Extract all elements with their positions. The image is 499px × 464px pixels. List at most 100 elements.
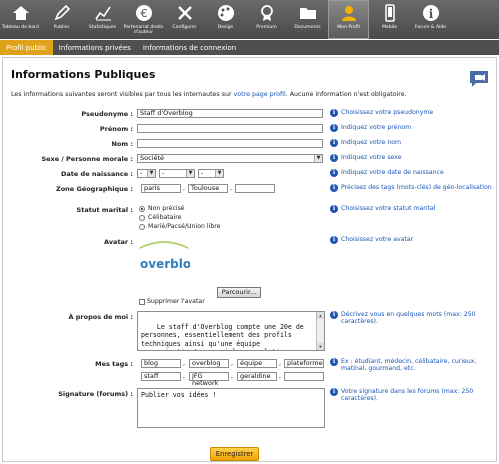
info-icon: i xyxy=(330,154,338,162)
video-help-icon[interactable] xyxy=(468,69,490,89)
avatar-image: overblog xyxy=(138,238,200,286)
hint-text: Indiquez votre sexe xyxy=(341,154,402,161)
birth-day-select[interactable]: - ▼ xyxy=(137,169,156,178)
avatar-label: Avatar : xyxy=(104,238,133,246)
geo-input-3[interactable] xyxy=(235,184,275,193)
toolbar-mobile[interactable]: Mobile xyxy=(369,0,410,39)
toolbar-design[interactable]: Design xyxy=(205,0,246,39)
apropos-text: Le staff d'Overblog compte une 20e de pe… xyxy=(141,322,308,350)
hint-text: Précisez des tags (mots-clés) de géo-loc… xyxy=(341,184,492,191)
sexe-value: Société xyxy=(140,154,165,162)
tag-input-6[interactable]: JFG network xyxy=(189,372,229,387)
radio-label: Non précisé xyxy=(148,205,185,212)
hint-text: Votre signature dans les forums (max: 25… xyxy=(341,388,474,402)
toolbar-profile[interactable]: Mon Profil xyxy=(328,0,369,39)
info-icon: i xyxy=(330,139,338,147)
toolbar-publish[interactable]: Publier xyxy=(41,0,82,39)
tag-input-8[interactable] xyxy=(284,372,324,381)
toolbar-label: Publier xyxy=(53,25,70,30)
pen-icon xyxy=(52,3,72,23)
tag-input-1[interactable]: blog xyxy=(141,359,181,368)
pseudonyme-label: Pseudonyme : xyxy=(81,110,133,118)
toolbar-configure[interactable]: Configurer xyxy=(164,0,205,39)
toolbar-stats[interactable]: Statistiques xyxy=(82,0,123,39)
geo-input-2[interactable]: Toulouse xyxy=(188,184,228,193)
apropos-scrollbar[interactable]: ▲ ▼ xyxy=(316,312,324,350)
info-icon: i xyxy=(330,124,338,132)
pseudonyme-input[interactable]: Staff d'Overblog xyxy=(137,109,323,118)
tag-separator: , xyxy=(279,360,281,367)
geo-separator: , xyxy=(183,185,185,192)
tab-profil-public[interactable]: Profil public xyxy=(0,40,53,55)
radio-dot xyxy=(139,205,145,212)
delete-avatar-checkbox[interactable]: Supprimer l'avatar xyxy=(139,298,205,305)
info-icon: i xyxy=(421,3,441,23)
tag-input-3[interactable]: équipe xyxy=(237,359,277,368)
apropos-textarea[interactable]: Le staff d'Overblog compte une 20e de pe… xyxy=(137,311,325,351)
palette-icon xyxy=(216,3,236,23)
profile-page-link[interactable]: votre page profil xyxy=(234,91,286,98)
tag-input-4[interactable]: plateforme xyxy=(284,359,324,368)
tab-informations-connexion[interactable]: Informations de connexion xyxy=(137,40,242,55)
birth-month-select[interactable]: - ▼ xyxy=(159,169,195,178)
statut-radio-celibataire[interactable]: Célibataire xyxy=(139,214,181,221)
info-icon: i xyxy=(330,358,338,366)
signature-text: Publier vos idées ! xyxy=(141,391,217,399)
scroll-up-icon[interactable]: ▲ xyxy=(317,312,324,319)
tag-input-7[interactable]: geraldine xyxy=(237,372,277,381)
tag-separator: , xyxy=(279,373,281,380)
signature-textarea[interactable]: Publier vos idées ! xyxy=(137,388,325,428)
hint-text: Choisissez votre statut marital xyxy=(341,205,436,212)
geo-hint: i Précisez des tags (mots-clés) de géo-lo… xyxy=(330,184,495,192)
statut-label: Statut marital : xyxy=(76,206,133,214)
birth-year-select[interactable]: - ▼ xyxy=(198,169,224,178)
toolbar-label: Mobile xyxy=(381,25,398,30)
toolbar-label: Configurer xyxy=(172,25,197,30)
geo-input-1[interactable]: paris xyxy=(141,184,181,193)
statut-radio-marie[interactable]: Marié/Pacsé/Union libre xyxy=(139,223,220,230)
toolbar-premium[interactable]: Premium xyxy=(246,0,287,39)
prenom-hint: i Indiquez votre prénom xyxy=(330,124,495,132)
signature-hint: i Votre signature dans les forums (max: 2… xyxy=(330,388,495,402)
naissance-hint: i Indiquez votre date de naissance xyxy=(330,169,495,177)
chevron-down-icon: ▼ xyxy=(186,170,194,177)
birth-month-value: - xyxy=(162,169,165,177)
naissance-label: Date de naissance : xyxy=(60,170,133,178)
scroll-down-icon[interactable]: ▼ xyxy=(317,343,324,350)
tags-label: Mes tags : xyxy=(95,360,133,368)
statut-radio-non-precise[interactable]: Non précisé xyxy=(139,205,185,212)
medal-icon xyxy=(257,3,277,23)
folder-icon xyxy=(298,3,318,23)
toolbar-dashboard[interactable]: Tableau de bord xyxy=(0,0,41,39)
tab-informations-privees[interactable]: Informations privées xyxy=(53,40,137,55)
toolbar-documents[interactable]: Documents xyxy=(287,0,328,39)
mobile-icon xyxy=(380,3,400,23)
apropos-label: À propos de moi : xyxy=(68,313,133,321)
toolbar-label: Mon Profil xyxy=(337,25,360,30)
prenom-input[interactable] xyxy=(137,124,323,133)
toolbar-label: Design xyxy=(217,25,234,30)
tools-icon xyxy=(175,3,195,23)
toolbar-help[interactable]: i Forum & Aide xyxy=(410,0,451,39)
nom-input[interactable] xyxy=(137,139,323,148)
checkbox-label: Supprimer l'avatar xyxy=(147,298,205,305)
radio-label: Marié/Pacsé/Union libre xyxy=(148,223,221,230)
avatar-logo-text: overblog xyxy=(140,257,190,271)
radio-label: Célibataire xyxy=(148,214,182,221)
sexe-select[interactable]: Société ▼ xyxy=(137,154,323,163)
geo-label: Zone Géographique : xyxy=(56,185,133,193)
browse-button[interactable]: Parcourir... xyxy=(217,287,261,298)
tag-input-5[interactable]: staff xyxy=(141,372,181,381)
toolbar-partnership[interactable]: € Partenariat droits d'auteur xyxy=(123,0,164,39)
geo-separator: , xyxy=(230,185,232,192)
info-icon: i xyxy=(330,388,338,396)
hint-text: Décrivez vous en quelques mots (max: 250… xyxy=(341,311,476,325)
radio-dot xyxy=(139,214,145,221)
info-icon: i xyxy=(330,184,338,192)
save-button[interactable]: Enregistrer xyxy=(210,447,259,461)
info-icon: i xyxy=(330,109,338,117)
chevron-down-icon: ▼ xyxy=(314,155,322,162)
svg-text:€: € xyxy=(140,7,147,20)
tag-input-2[interactable]: overblog xyxy=(189,359,229,368)
toolbar-label: Tableau de bord xyxy=(2,25,39,30)
